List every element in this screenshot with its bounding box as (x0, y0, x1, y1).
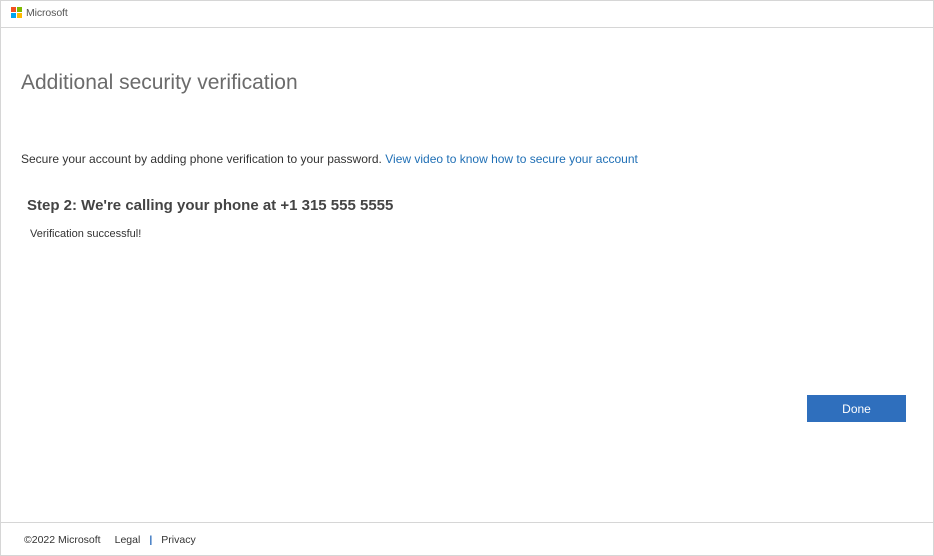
intro-text: Secure your account by adding phone veri… (21, 152, 638, 166)
intro-description: Secure your account by adding phone veri… (21, 152, 382, 166)
brand-name: Microsoft (26, 7, 68, 19)
footer: ©2022 Microsoft Legal | Privacy (1, 522, 933, 556)
footer-links: ©2022 Microsoft Legal | Privacy (24, 534, 196, 546)
microsoft-logo-icon (11, 7, 23, 19)
done-button[interactable]: Done (807, 395, 906, 422)
microsoft-logo: Microsoft (11, 7, 68, 19)
page-title: Additional security verification (21, 71, 298, 94)
footer-separator: | (149, 534, 153, 546)
header-bar: Microsoft (1, 1, 933, 28)
verification-status: Verification successful! (30, 228, 142, 240)
page-frame: Microsoft Additional security verificati… (0, 0, 934, 556)
legal-link[interactable]: Legal (115, 534, 141, 546)
privacy-link[interactable]: Privacy (161, 534, 195, 546)
step-heading: Step 2: We're calling your phone at +1 3… (27, 197, 394, 214)
copyright-text: ©2022 Microsoft (24, 534, 101, 546)
video-help-link[interactable]: View video to know how to secure your ac… (385, 152, 638, 166)
